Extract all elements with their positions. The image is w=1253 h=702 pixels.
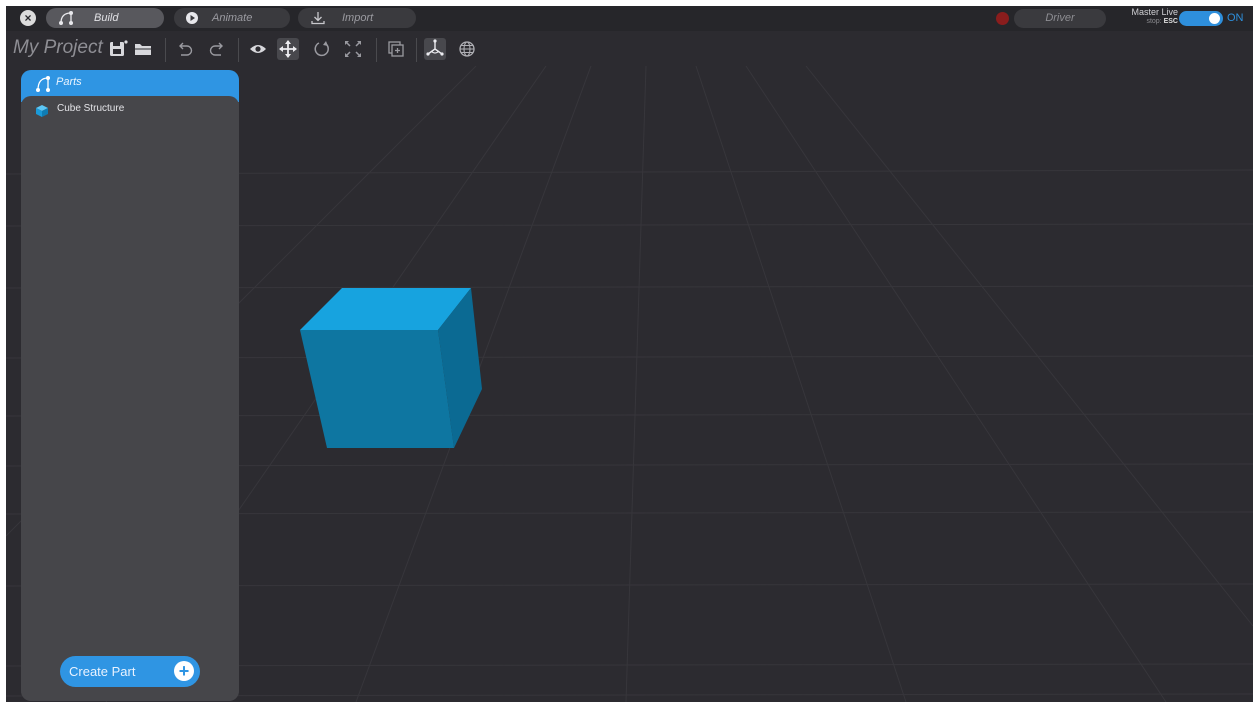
mode-tab-label: Animate [212,12,253,24]
master-live-title: Master Live [1131,7,1178,17]
stop-hint: stop: ESC [1146,18,1178,25]
undo-icon[interactable] [175,38,197,60]
cube-icon [36,104,48,117]
parts-panel-title: Parts [56,76,82,88]
top-bar: × Build Animate Import Driver Master Liv… [6,6,1253,31]
mode-tab-label: Import [342,12,374,24]
cube-front-face [300,330,454,448]
parts-panel: Parts Cube Structure Create Part + [21,70,239,701]
open-folder-icon[interactable] [132,38,154,60]
mode-tab-animate[interactable]: Animate [174,8,290,28]
add-frame-icon[interactable] [385,38,407,60]
toolbar-divider [165,38,166,62]
move-arrows-icon[interactable] [277,38,299,60]
parts-list: Cube Structure [21,96,239,701]
master-live-toggle[interactable] [1179,11,1223,26]
toolbar-divider [416,38,417,62]
create-part-button[interactable]: Create Part + [60,656,200,687]
master-live-label: Master Live stop: ESC [1116,7,1178,27]
driver-button[interactable]: Driver [1014,9,1106,28]
visibility-eye-icon[interactable] [247,38,269,60]
record-indicator-icon[interactable] [996,12,1009,25]
play-icon [182,8,202,28]
app-window: × Build Animate Import Driver Master Liv… [6,6,1253,702]
mode-tab-build[interactable]: Build [46,8,164,28]
import-icon [308,8,328,28]
mode-tab-import[interactable]: Import [298,8,416,28]
redo-icon[interactable] [205,38,227,60]
toggle-state-label: ON [1227,12,1244,24]
local-axes-icon[interactable] [424,38,446,60]
toggle-knob [1209,13,1220,24]
mode-tab-label: Build [94,12,119,24]
toolbar-divider [376,38,377,62]
toolbar-divider [238,38,239,62]
close-icon[interactable]: × [20,10,36,26]
plus-icon: + [174,661,194,681]
parts-branch-icon [35,75,51,93]
global-world-icon[interactable] [456,38,478,60]
project-title[interactable]: My Project [13,37,103,59]
parts-branch-icon [56,8,76,28]
part-label: Cube Structure [57,103,125,114]
save-icon[interactable] [107,38,129,60]
create-part-label: Create Part [69,664,136,679]
rotate-icon[interactable] [311,38,333,60]
scale-icon[interactable] [342,38,364,60]
